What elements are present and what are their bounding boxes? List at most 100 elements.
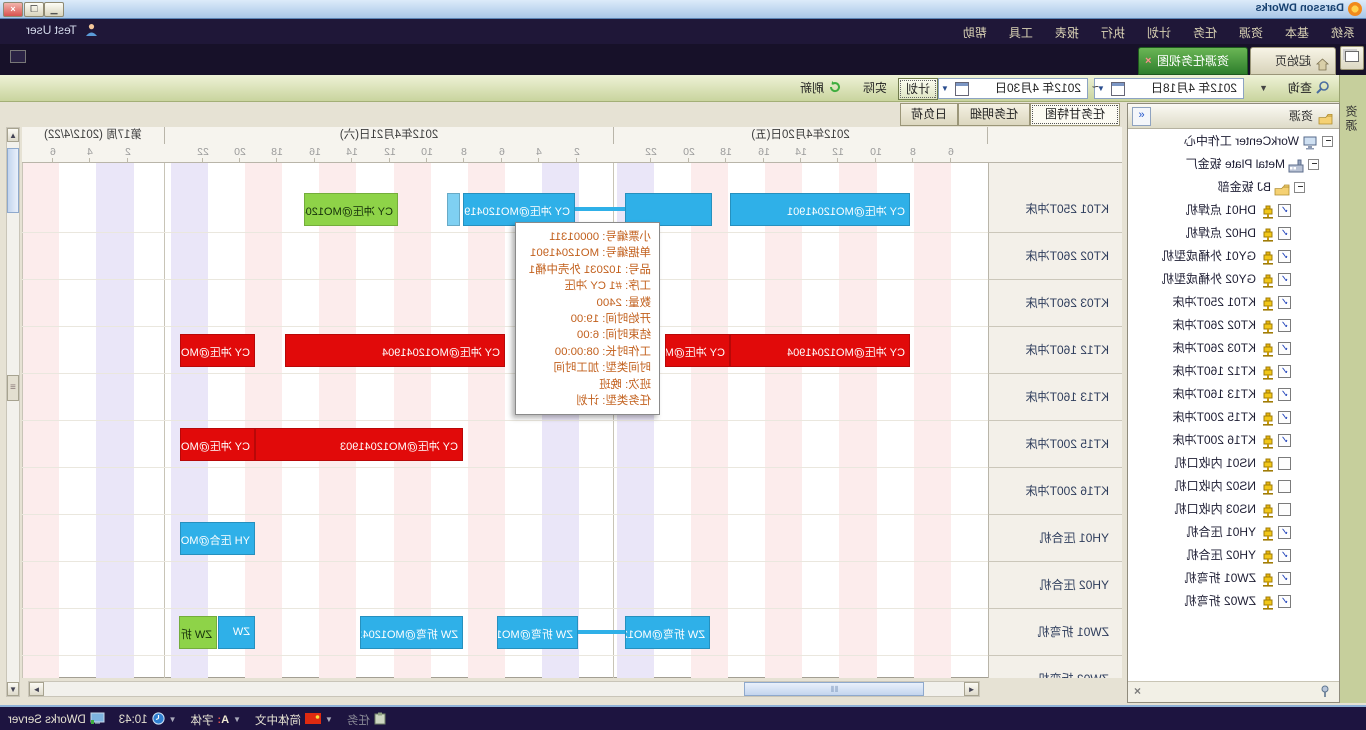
menu-item[interactable]: 基本 bbox=[1274, 19, 1320, 46]
gantt-row-separator bbox=[22, 655, 988, 656]
gantt-hour-label: 6 bbox=[499, 146, 505, 158]
vertical-scrollbar[interactable]: ▲ ▼ bbox=[6, 127, 20, 697]
splitter-grip[interactable] bbox=[7, 375, 19, 401]
task-bar[interactable]: CY 冲压@MO12041902 bbox=[304, 193, 398, 226]
actual-toggle-button[interactable]: 实际 bbox=[856, 78, 894, 98]
task-link-line bbox=[578, 630, 625, 634]
tree-item[interactable]: WorkCenter 工作中心 bbox=[1128, 130, 1339, 153]
tab-close-icon[interactable]: × bbox=[1145, 48, 1151, 74]
scroll-left-arrow[interactable]: ◄ bbox=[964, 682, 979, 696]
tray-item[interactable]: ▼ 简体中文 bbox=[255, 712, 333, 728]
gantt-body: KT01 250T冲床CY 冲压@MO12041901CY 冲压@MO12041… bbox=[0, 163, 1366, 678]
title-bar: Darsson DWorks ▁ ❐ × bbox=[0, 0, 1366, 19]
menu-item[interactable]: 工具 bbox=[998, 19, 1044, 46]
menu-item[interactable]: 报表 bbox=[1044, 19, 1090, 46]
task-bar[interactable]: CY 冲压@MO12041904 bbox=[285, 334, 505, 367]
restore-button[interactable]: ❐ bbox=[24, 2, 44, 17]
task-bar[interactable]: CY 冲压@MO12041904 bbox=[665, 334, 730, 367]
gantt-row-separator bbox=[22, 467, 988, 468]
gantt-row-label: ZW01 折弯机 bbox=[988, 609, 1122, 656]
menu-item[interactable]: 系统 bbox=[1320, 19, 1366, 46]
tray-item-label: 简体中文 bbox=[255, 712, 301, 728]
task-bar[interactable]: ZW bbox=[218, 616, 255, 649]
task-bar[interactable]: CY 冲压@MO12041903 bbox=[180, 428, 255, 461]
panel-dock-button[interactable] bbox=[1340, 46, 1364, 70]
tray-item[interactable]: 任务 bbox=[347, 712, 386, 728]
close-button[interactable]: × bbox=[3, 2, 23, 17]
scroll-right-arrow[interactable]: ► bbox=[29, 682, 44, 696]
tab-start-page[interactable]: 起始页 bbox=[1250, 47, 1336, 75]
task-bar[interactable]: ZW 折弯@MO12041901 bbox=[360, 616, 463, 649]
gantt-row-separator bbox=[22, 326, 988, 327]
view-tab-gantt[interactable]: 任务甘特图 bbox=[1030, 103, 1120, 126]
task-bar[interactable]: CY 冲压@MO12041904 bbox=[730, 334, 910, 367]
gantt-row-label: KT15 200T冲床 bbox=[988, 421, 1122, 468]
gantt-header: 2012年4月20日(五)68101214161820222012年4月21日(… bbox=[22, 127, 1122, 163]
tray-item[interactable]: ▼10:43 bbox=[119, 712, 177, 728]
user-chip[interactable]: Test User bbox=[26, 23, 98, 37]
task-bar[interactable]: ZW 折弯@MO12041901 bbox=[497, 616, 578, 649]
resources-strip-tab[interactable]: 资源 bbox=[1343, 105, 1360, 133]
pin-icon[interactable] bbox=[1319, 685, 1331, 698]
tray-item[interactable]: ▼ A: 字体 bbox=[190, 712, 241, 728]
gantt-hour-label: 14 bbox=[346, 146, 358, 158]
menu-item[interactable]: 执行 bbox=[1090, 19, 1136, 46]
task-bar[interactable]: ZW 折弯@MO12041901 bbox=[625, 616, 710, 649]
tab-resource-task-view[interactable]: 资源任务视图 × bbox=[1138, 47, 1248, 75]
vertical-scroll-thumb[interactable] bbox=[7, 148, 19, 213]
menu-item[interactable]: 任务 bbox=[1182, 19, 1228, 46]
tree-item-label: WorkCenter 工作中心 bbox=[1184, 134, 1299, 148]
minimize-button[interactable]: ▁ bbox=[44, 2, 64, 17]
date-to-picker[interactable]: 2012年 4月30日 ▼ bbox=[938, 78, 1088, 99]
horizontal-scrollbar[interactable]: ◄ ► bbox=[28, 681, 980, 697]
chevron-down-icon[interactable]: ▼ bbox=[325, 715, 333, 724]
tray-item-label: 字体 bbox=[190, 712, 213, 728]
task-bar[interactable]: YH 压合@MO12041901 bbox=[180, 522, 255, 555]
task-bar[interactable]: CY 冲压@MO12041904 bbox=[180, 334, 255, 367]
chevron-down-icon[interactable]: ▼ bbox=[169, 715, 177, 724]
collapse-panel-button[interactable]: « bbox=[1132, 107, 1151, 126]
gantt-row-label: ZW02 折弯机 bbox=[988, 656, 1122, 678]
refresh-button[interactable]: 刷新 bbox=[800, 78, 824, 98]
horizontal-scroll-thumb[interactable] bbox=[744, 682, 924, 696]
tray-item-label: DWorks Server bbox=[8, 714, 86, 726]
chevron-down-icon[interactable]: ▼ bbox=[941, 79, 949, 98]
gantt-hour-label: 2 bbox=[125, 146, 131, 158]
folder-icon bbox=[1318, 109, 1333, 121]
tooltip-line: 数量: 2400 bbox=[524, 295, 651, 311]
task-bar[interactable] bbox=[447, 193, 460, 226]
task-bar[interactable]: CY 冲压@MO12041901 bbox=[730, 193, 910, 226]
workcenter-icon bbox=[1302, 135, 1318, 149]
tooltip-line: 小票编号: 00001311 bbox=[524, 229, 651, 245]
gantt-hour-label: 2 bbox=[574, 146, 580, 158]
resource-panel-footer: × bbox=[1128, 681, 1339, 702]
gantt-row-label: YH02 压合机 bbox=[988, 562, 1122, 609]
tray-item[interactable]: DWorks Server bbox=[8, 712, 105, 728]
tooltip-line: 工序: #1 CY 冲压 bbox=[524, 278, 651, 294]
date-from-picker[interactable]: 2012年 4月18日 ▼ bbox=[1094, 78, 1244, 99]
tree-expander-icon[interactable] bbox=[1322, 136, 1333, 147]
gantt-row-label: KT16 200T冲床 bbox=[988, 468, 1122, 515]
plan-toggle-button[interactable]: 计划 bbox=[898, 78, 938, 100]
search-icon bbox=[1316, 80, 1330, 94]
view-tab-detail[interactable]: 任务明细 bbox=[958, 103, 1030, 126]
menu-item[interactable]: 资源 bbox=[1228, 19, 1274, 46]
chevron-down-icon[interactable]: ▼ bbox=[233, 715, 241, 724]
task-bar[interactable]: CY 冲压@MO12041903 bbox=[255, 428, 463, 461]
scroll-up-arrow[interactable]: ▲ bbox=[7, 128, 19, 142]
gantt-row-label: KT02 260T冲床 bbox=[988, 233, 1122, 280]
view-tab-load[interactable]: 日负荷 bbox=[900, 103, 958, 126]
tooltip-line: 开始时间: 19:00 bbox=[524, 311, 651, 327]
quick-access-icon[interactable] bbox=[10, 50, 26, 63]
gantt-hour-label: 20 bbox=[683, 146, 695, 158]
menu-item[interactable]: 帮助 bbox=[952, 19, 998, 46]
query-button[interactable]: 查询 bbox=[1288, 78, 1312, 98]
scroll-down-arrow[interactable]: ▼ bbox=[7, 682, 19, 696]
menu-item[interactable]: 计划 bbox=[1136, 19, 1182, 46]
task-bar[interactable]: ZW 折 bbox=[179, 616, 217, 649]
fontA-icon: A: bbox=[217, 714, 229, 726]
task-link-line bbox=[575, 207, 625, 211]
gantt-row-separator bbox=[22, 608, 988, 609]
query-dropdown-arrow[interactable]: ▼ bbox=[1259, 78, 1268, 98]
panel-close-icon[interactable]: × bbox=[1134, 684, 1141, 698]
